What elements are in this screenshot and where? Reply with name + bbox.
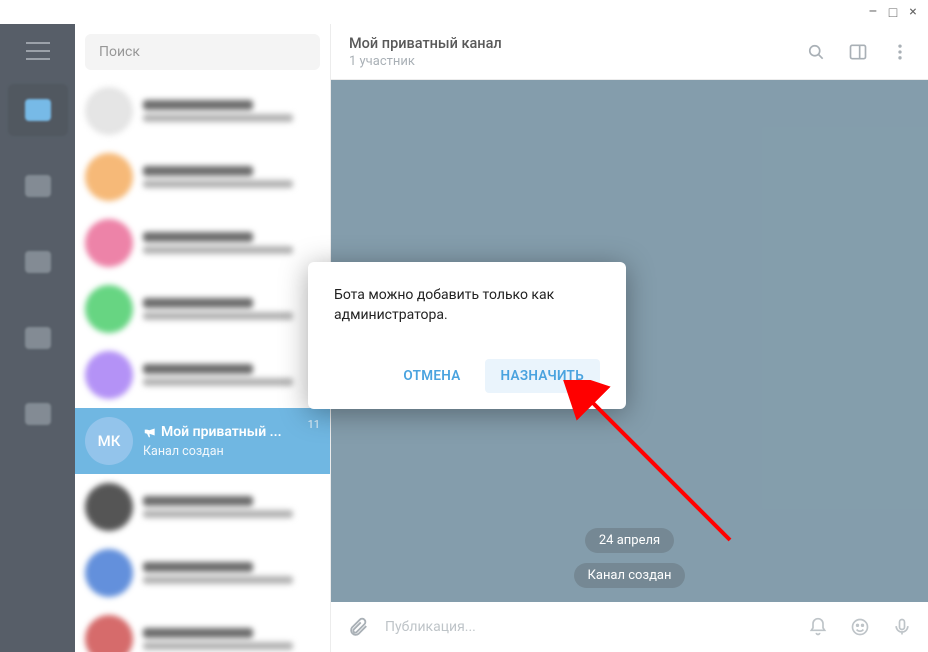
chat-row[interactable] [75, 474, 330, 540]
chat-row[interactable] [75, 276, 330, 342]
conversation-subtitle: 1 участник [349, 54, 502, 69]
conversation-title: Мой приватный канал [349, 35, 502, 52]
chat-row[interactable] [75, 210, 330, 276]
menu-button[interactable] [26, 42, 50, 60]
chat-row[interactable] [75, 606, 330, 652]
window-titlebar: – □ × [0, 0, 928, 24]
more-icon[interactable] [890, 42, 910, 62]
rail-item-all[interactable] [8, 84, 68, 136]
chat-row[interactable] [75, 540, 330, 606]
chat-title: Мой приватный ... [161, 424, 282, 440]
chat-row[interactable] [75, 144, 330, 210]
megaphone-icon [143, 425, 157, 439]
window-minimize-button[interactable]: – [866, 5, 880, 19]
conversation-header: Мой приватный канал 1 участник [331, 24, 928, 80]
rail-item-2[interactable] [8, 160, 68, 212]
dialog-message: Бота можно добавить только как администр… [334, 286, 600, 325]
date-pill: 24 апреля [585, 528, 674, 553]
mic-icon[interactable] [892, 617, 912, 637]
search-input[interactable] [85, 34, 320, 70]
chat-list: МК Мой приватный ... Канал создан 11 [75, 24, 331, 652]
chat-row-active[interactable]: МК Мой приватный ... Канал создан 11 [75, 408, 330, 474]
window-close-button[interactable]: × [906, 5, 920, 19]
window-maximize-button[interactable]: □ [886, 5, 900, 19]
confirm-dialog: Бота можно добавить только как администр… [308, 262, 626, 409]
message-composer: Публикация... [331, 602, 928, 652]
attach-icon[interactable] [347, 616, 369, 638]
chat-subtitle: Канал создан [143, 444, 320, 459]
search-icon[interactable] [806, 42, 826, 62]
bell-icon[interactable] [808, 617, 828, 637]
sidepanel-icon[interactable] [848, 42, 868, 62]
rail-item-5[interactable] [8, 388, 68, 440]
rail-item-4[interactable] [8, 312, 68, 364]
cancel-button[interactable]: ОТМЕНА [387, 359, 476, 393]
avatar: МК [85, 417, 133, 465]
confirm-button[interactable]: НАЗНАЧИТЬ [485, 359, 600, 393]
system-message-pill: Канал создан [574, 563, 686, 588]
composer-input[interactable]: Публикация... [385, 619, 792, 635]
left-rail [0, 24, 75, 652]
chat-row[interactable] [75, 78, 330, 144]
chat-row[interactable] [75, 342, 330, 408]
chat-time: 11 [308, 418, 320, 431]
emoji-icon[interactable] [850, 617, 870, 637]
rail-item-3[interactable] [8, 236, 68, 288]
